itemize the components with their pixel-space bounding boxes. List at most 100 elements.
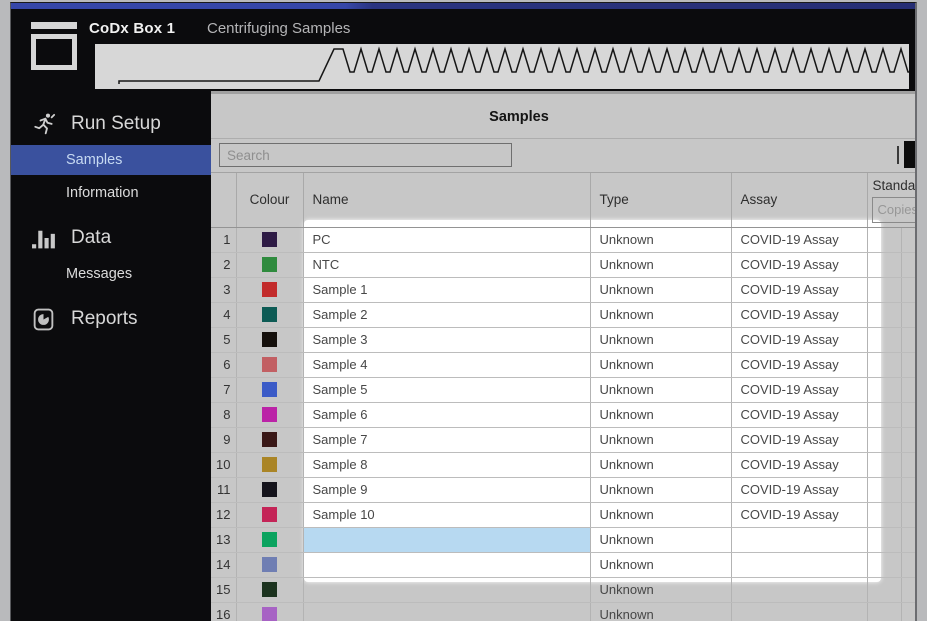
copies-subheader[interactable]: Copies: [871, 197, 915, 223]
type-cell[interactable]: Unknown: [590, 452, 732, 478]
colour-swatch[interactable]: [262, 432, 277, 447]
type-cell[interactable]: Unknown: [590, 252, 732, 278]
colour-swatch[interactable]: [262, 407, 277, 422]
assay-cell[interactable]: COVID-19 Assay: [731, 227, 868, 253]
standard-copies-cell[interactable]: [867, 602, 902, 621]
type-cell[interactable]: Unknown: [590, 552, 732, 578]
standard-extra-cell[interactable]: [901, 252, 915, 278]
row-number-cell[interactable]: 13: [211, 527, 237, 553]
standard-extra-cell[interactable]: [901, 277, 915, 303]
standard-copies-cell[interactable]: [867, 502, 902, 528]
colour-swatch[interactable]: [262, 282, 277, 297]
colour-cell[interactable]: [236, 227, 304, 253]
standard-copies-cell[interactable]: [867, 277, 902, 303]
row-number-cell[interactable]: 15: [211, 577, 237, 603]
colour-cell[interactable]: [236, 552, 304, 578]
colour-swatch[interactable]: [262, 307, 277, 322]
standard-extra-cell[interactable]: [901, 327, 915, 353]
header-row-number[interactable]: [211, 173, 237, 228]
standard-extra-cell[interactable]: [901, 477, 915, 503]
colour-cell[interactable]: [236, 327, 304, 353]
standard-copies-cell[interactable]: [867, 577, 902, 603]
type-cell[interactable]: Unknown: [590, 602, 732, 621]
standard-extra-cell[interactable]: [901, 502, 915, 528]
colour-cell[interactable]: [236, 277, 304, 303]
standard-extra-cell[interactable]: [901, 527, 915, 553]
colour-cell[interactable]: [236, 602, 304, 621]
type-cell[interactable]: Unknown: [590, 277, 732, 303]
standard-copies-cell[interactable]: [867, 252, 902, 278]
name-cell[interactable]: Sample 9: [303, 477, 591, 503]
standard-extra-cell[interactable]: [901, 402, 915, 428]
row-number-cell[interactable]: 12: [211, 502, 237, 528]
sidebar-item-messages[interactable]: Messages: [11, 259, 211, 289]
type-cell[interactable]: Unknown: [590, 427, 732, 453]
assay-cell[interactable]: COVID-19 Assay: [731, 252, 868, 278]
colour-swatch[interactable]: [262, 357, 277, 372]
colour-cell[interactable]: [236, 502, 304, 528]
assay-cell[interactable]: COVID-19 Assay: [731, 402, 868, 428]
standard-extra-cell[interactable]: [901, 352, 915, 378]
header-assay[interactable]: Assay: [731, 173, 868, 228]
header-type[interactable]: Type: [590, 173, 732, 228]
name-cell[interactable]: NTC: [303, 252, 591, 278]
standard-copies-cell[interactable]: [867, 452, 902, 478]
row-number-cell[interactable]: 6: [211, 352, 237, 378]
name-cell[interactable]: Sample 6: [303, 402, 591, 428]
standard-extra-cell[interactable]: [901, 427, 915, 453]
row-number-cell[interactable]: 9: [211, 427, 237, 453]
colour-cell[interactable]: [236, 302, 304, 328]
assay-cell[interactable]: COVID-19 Assay: [731, 477, 868, 503]
name-cell[interactable]: Sample 5: [303, 377, 591, 403]
sidebar-item-samples[interactable]: Samples: [11, 145, 211, 175]
assay-cell[interactable]: COVID-19 Assay: [731, 502, 868, 528]
name-cell[interactable]: Sample 8: [303, 452, 591, 478]
row-number-cell[interactable]: 7: [211, 377, 237, 403]
name-cell[interactable]: [303, 527, 591, 553]
type-cell[interactable]: Unknown: [590, 577, 732, 603]
assay-cell[interactable]: COVID-19 Assay: [731, 377, 868, 403]
sidebar-item-run-setup[interactable]: Run Setup: [11, 106, 211, 142]
standard-copies-cell[interactable]: [867, 302, 902, 328]
name-cell[interactable]: [303, 602, 591, 621]
assay-cell[interactable]: COVID-19 Assay: [731, 427, 868, 453]
colour-swatch[interactable]: [262, 557, 277, 572]
row-number-cell[interactable]: 11: [211, 477, 237, 503]
colour-swatch[interactable]: [262, 457, 277, 472]
type-cell[interactable]: Unknown: [590, 327, 732, 353]
name-cell[interactable]: Sample 2: [303, 302, 591, 328]
colour-cell[interactable]: [236, 352, 304, 378]
name-cell[interactable]: Sample 7: [303, 427, 591, 453]
colour-swatch[interactable]: [262, 507, 277, 522]
name-cell[interactable]: Sample 3: [303, 327, 591, 353]
search-input[interactable]: [219, 143, 512, 167]
colour-swatch[interactable]: [262, 607, 277, 621]
header-colour[interactable]: Colour: [236, 173, 304, 228]
sidebar-item-information[interactable]: Information: [11, 178, 211, 208]
row-number-cell[interactable]: 14: [211, 552, 237, 578]
type-cell[interactable]: Unknown: [590, 352, 732, 378]
type-cell[interactable]: Unknown: [590, 477, 732, 503]
standard-copies-cell[interactable]: [867, 552, 902, 578]
name-cell[interactable]: Sample 10: [303, 502, 591, 528]
colour-cell[interactable]: [236, 577, 304, 603]
partial-edge-button[interactable]: [904, 141, 915, 168]
colour-swatch[interactable]: [262, 257, 277, 272]
type-cell[interactable]: Unknown: [590, 227, 732, 253]
assay-cell[interactable]: [731, 602, 868, 621]
row-number-cell[interactable]: 4: [211, 302, 237, 328]
assay-cell[interactable]: [731, 577, 868, 603]
assay-cell[interactable]: COVID-19 Assay: [731, 302, 868, 328]
standard-copies-cell[interactable]: [867, 527, 902, 553]
standard-copies-cell[interactable]: [867, 352, 902, 378]
name-cell[interactable]: [303, 577, 591, 603]
type-cell[interactable]: Unknown: [590, 527, 732, 553]
assay-cell[interactable]: COVID-19 Assay: [731, 352, 868, 378]
standard-copies-cell[interactable]: [867, 227, 902, 253]
type-cell[interactable]: Unknown: [590, 402, 732, 428]
standard-extra-cell[interactable]: [901, 227, 915, 253]
colour-cell[interactable]: [236, 527, 304, 553]
standard-extra-cell[interactable]: [901, 602, 915, 621]
row-number-cell[interactable]: 3: [211, 277, 237, 303]
assay-cell[interactable]: [731, 527, 868, 553]
